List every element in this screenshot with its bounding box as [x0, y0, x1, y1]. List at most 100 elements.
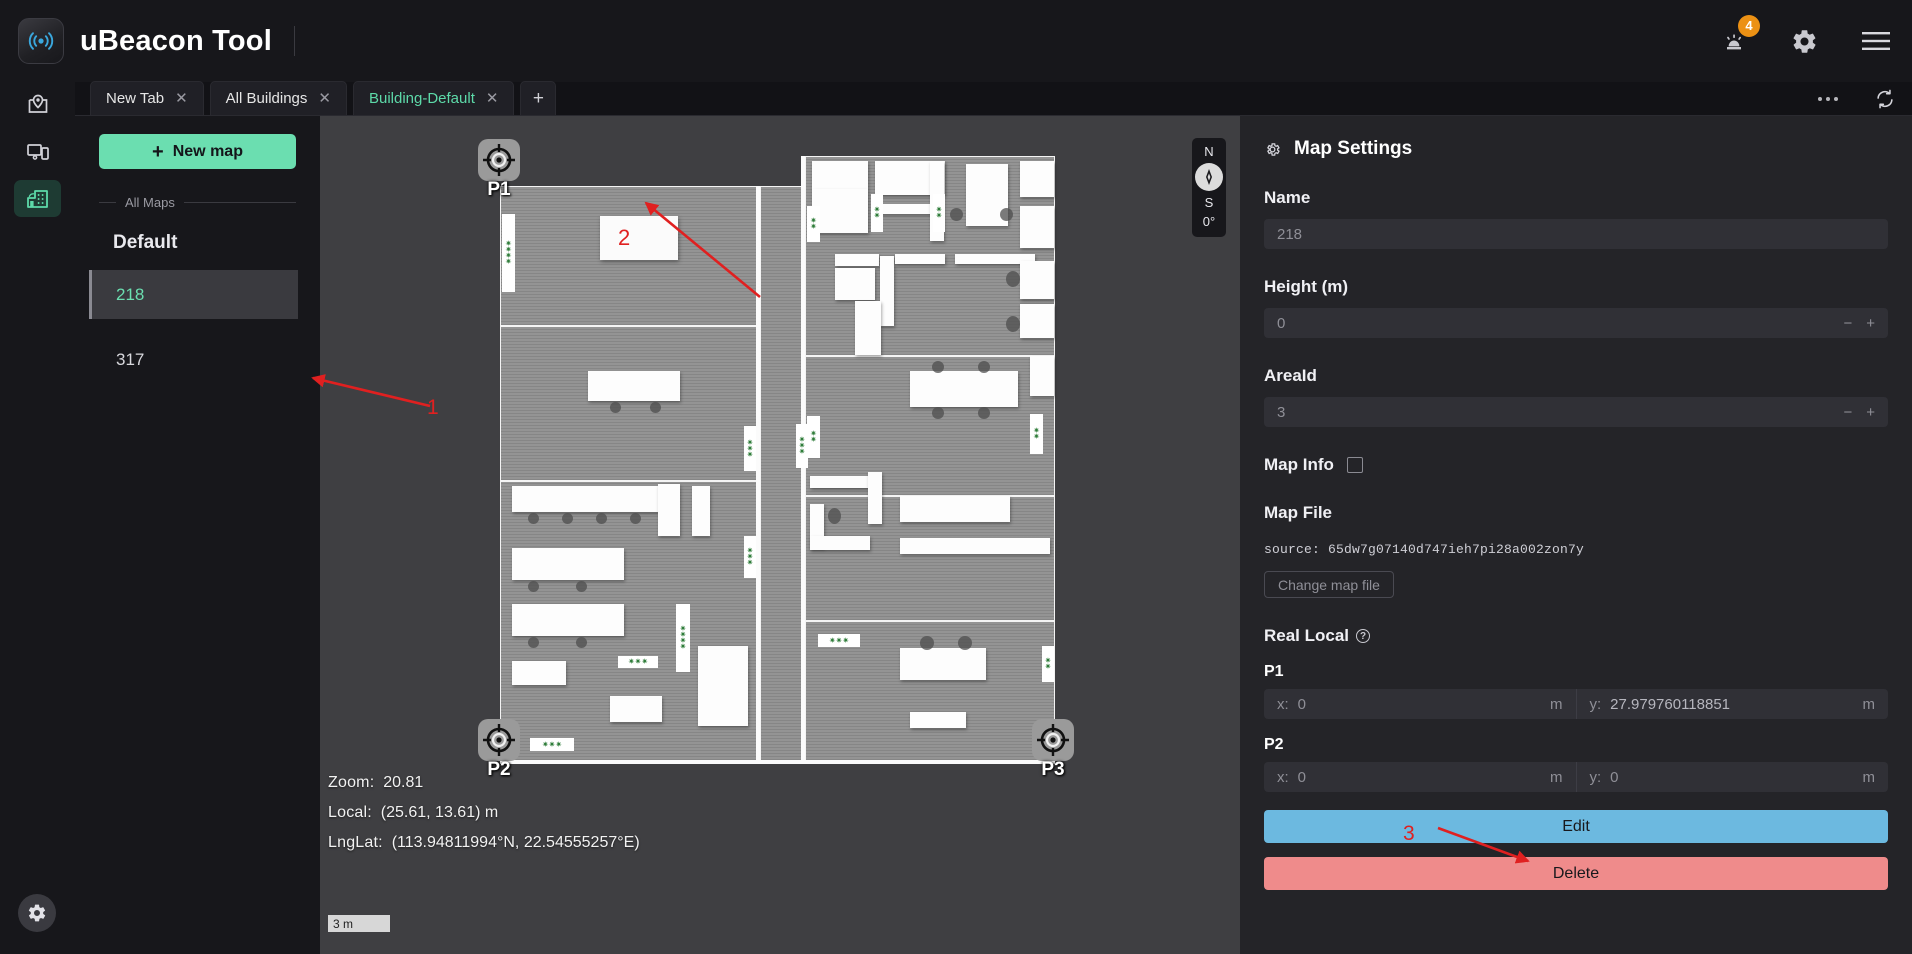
p2-y-value: 0	[1610, 768, 1619, 786]
p2-x-prefix: x:	[1277, 768, 1289, 786]
zoom-readout: Zoom: 20.81	[328, 768, 640, 798]
p2-y-unit: m	[1862, 768, 1876, 786]
close-icon[interactable]: ✕	[486, 91, 499, 106]
gear-icon	[1793, 29, 1816, 53]
annotation-label: 2	[618, 225, 631, 250]
map-marker-p2[interactable]: P2	[478, 719, 520, 780]
tab-bar-tools	[1818, 88, 1896, 110]
zoom-label: Zoom:	[328, 774, 375, 791]
refresh-button[interactable]	[1874, 88, 1896, 110]
height-decrement-button[interactable]: −	[1843, 315, 1852, 332]
p2-x-unit: m	[1550, 768, 1563, 786]
map-list-item-218[interactable]: 218	[89, 270, 298, 319]
lnglat-value: (113.94811994°N, 22.54555257°E)	[391, 834, 640, 851]
height-input[interactable]: 0 − +	[1264, 308, 1888, 338]
map-file-source: source: 65dw7g07140d747ieh7pi28a002zon7y	[1264, 542, 1585, 557]
app-logo	[18, 18, 64, 64]
local-readout: Local: (25.61, 13.61) m	[328, 798, 640, 828]
point-p1-coordinates: x: 0 m y: 27.979760118851 m	[1264, 689, 1888, 719]
sidebar-item-buildings[interactable]	[14, 180, 61, 217]
map-scale-bar: 3 m	[328, 915, 390, 932]
delete-button[interactable]: Delete	[1264, 857, 1888, 890]
edit-button[interactable]: Edit	[1264, 810, 1888, 843]
p2-x-field[interactable]: x: 0 m	[1264, 762, 1576, 792]
p2-y-prefix: y:	[1589, 768, 1602, 786]
tab-all-buildings[interactable]: All Buildings ✕	[209, 81, 347, 115]
p1-x-unit: m	[1550, 695, 1563, 713]
alarm-button[interactable]: 4	[1721, 15, 1760, 54]
map-marker-p3[interactable]: P3	[1032, 719, 1074, 780]
map-pin-icon	[28, 94, 47, 113]
refresh-sync-icon	[1877, 89, 1893, 109]
devices-icon	[26, 143, 49, 160]
all-maps-label: All Maps	[125, 195, 175, 210]
marker-label: P1	[487, 179, 511, 200]
change-map-file-button[interactable]: Change map file	[1264, 571, 1394, 598]
new-map-button[interactable]: + New map	[99, 134, 296, 169]
building-icon	[27, 190, 48, 208]
floor-plan: ✷ ✷ ✷ ✷ ✷ ✷ ✷ ✷ ✷ ✷ ✷ ✷ ✷ ✷ ✷✷✷ ✷✷✷ ✷ ✷ …	[500, 156, 1055, 791]
more-dots-icon[interactable]	[1818, 97, 1838, 101]
areaid-value: 3	[1277, 403, 1286, 421]
p1-x-prefix: x:	[1277, 695, 1289, 713]
name-input[interactable]: 218	[1264, 219, 1888, 249]
sidebar-item-location[interactable]	[14, 86, 61, 123]
areaid-label: AreaId	[1264, 366, 1317, 385]
areaid-input[interactable]: 3 − +	[1264, 397, 1888, 427]
local-label: Local:	[328, 804, 372, 821]
map-group-title: Default	[113, 232, 178, 253]
sidebar-item-devices[interactable]	[14, 133, 61, 170]
areaid-decrement-button[interactable]: −	[1843, 404, 1852, 421]
map-settings-header: Map Settings	[1264, 138, 1888, 160]
close-icon[interactable]: ✕	[175, 91, 188, 106]
tab-label: New Tab	[106, 90, 165, 107]
alarm-badge: 4	[1738, 15, 1760, 37]
map-file-label: Map File	[1264, 503, 1333, 522]
crosshair-target-icon	[478, 139, 520, 181]
question-mark-icon[interactable]: ?	[1356, 629, 1371, 643]
close-icon[interactable]: ✕	[318, 91, 331, 106]
map-compass[interactable]: N S 0°	[1192, 138, 1226, 237]
areaid-stepper[interactable]: − +	[1843, 404, 1875, 421]
map-info-checkbox[interactable]	[1346, 457, 1363, 473]
add-tab-button[interactable]: +	[520, 81, 557, 115]
map-marker-p1[interactable]: P1	[478, 139, 520, 200]
tab-building-default[interactable]: Building-Default ✕	[352, 81, 515, 115]
gear-icon	[28, 904, 46, 922]
beacon-signal-icon	[28, 32, 54, 50]
lnglat-readout: LngLat: (113.94811994°N, 22.54555257°E)	[328, 828, 640, 858]
areaid-increment-button[interactable]: +	[1866, 404, 1875, 421]
plus-icon: +	[152, 140, 164, 163]
p1-y-field[interactable]: y: 27.979760118851 m	[1575, 689, 1889, 719]
crosshair-target-icon	[1032, 719, 1074, 761]
name-value: 218	[1277, 225, 1303, 243]
real-local-label: Real Local ?	[1264, 626, 1888, 646]
tab-new-tab[interactable]: New Tab ✕	[90, 81, 204, 115]
map-settings-title: Map Settings	[1294, 138, 1413, 159]
map-canvas[interactable]: ✷ ✷ ✷ ✷ ✷ ✷ ✷ ✷ ✷ ✷ ✷ ✷ ✷ ✷ ✷✷✷ ✷✷✷ ✷ ✷ …	[320, 116, 1240, 954]
real-local-text: Real Local	[1264, 626, 1350, 645]
hamburger-menu-icon	[1862, 32, 1890, 50]
app-title: uBeacon Tool	[80, 24, 272, 57]
p1-x-field[interactable]: x: 0 m	[1264, 689, 1576, 719]
lnglat-label: LngLat:	[328, 834, 383, 851]
compass-south-label: S	[1204, 195, 1214, 210]
p1-y-unit: m	[1862, 695, 1876, 713]
p1-y-prefix: y:	[1589, 695, 1602, 713]
all-maps-divider: All Maps	[99, 195, 296, 210]
top-bar-actions: 4	[1721, 0, 1890, 82]
height-stepper[interactable]: − +	[1843, 315, 1875, 332]
p2-x-value: 0	[1297, 768, 1307, 786]
map-info-label: Map Info	[1264, 455, 1334, 474]
new-map-label: New map	[172, 142, 243, 160]
rail-settings-button[interactable]	[18, 894, 56, 932]
tab-label: Building-Default	[368, 90, 475, 107]
tab-label: All Buildings	[225, 90, 308, 107]
height-increment-button[interactable]: +	[1866, 315, 1875, 332]
menu-button[interactable]	[1862, 30, 1890, 52]
map-list-item-317[interactable]: 317	[89, 335, 298, 384]
settings-button[interactable]	[1791, 28, 1818, 55]
p2-y-field[interactable]: y: 0 m	[1575, 762, 1889, 792]
p1-y-value: 27.979760118851	[1610, 695, 1731, 713]
name-label: Name	[1264, 188, 1311, 207]
